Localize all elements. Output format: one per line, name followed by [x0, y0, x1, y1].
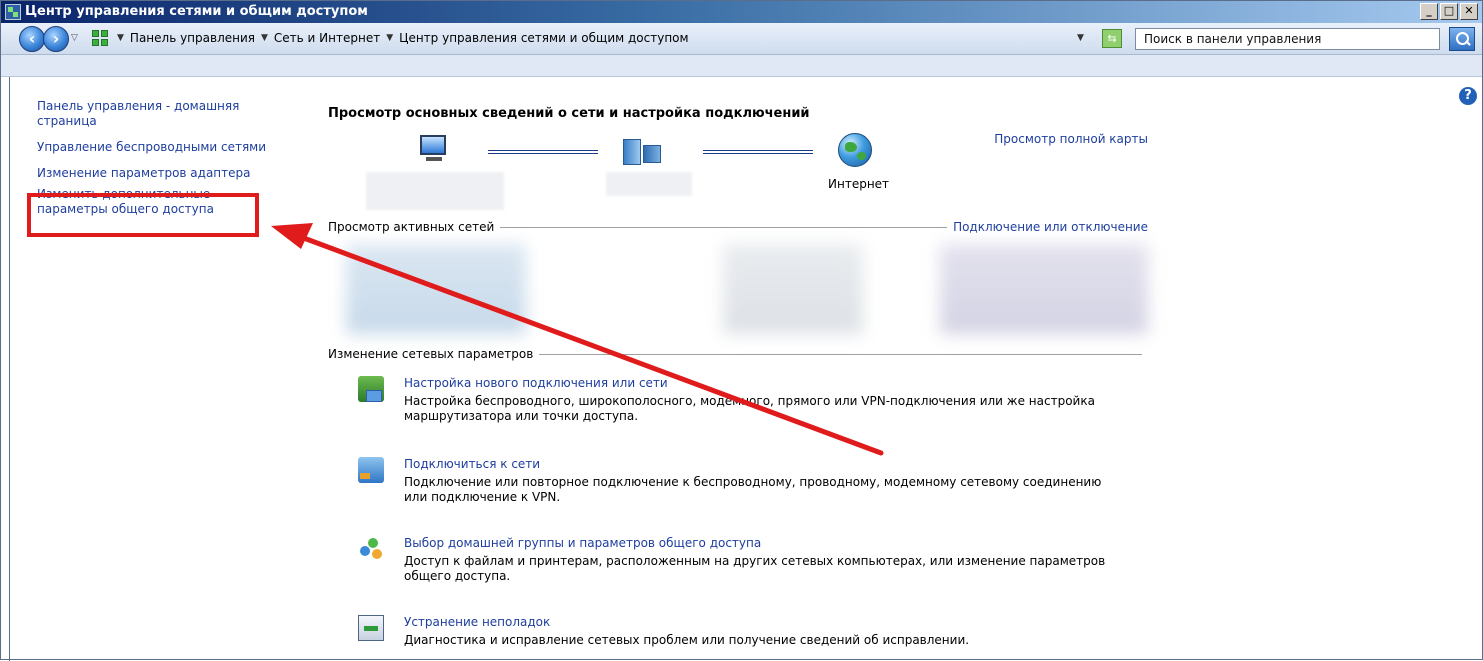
window-controls: _ □ ✕ — [1420, 3, 1478, 20]
task-connect-link[interactable]: Подключиться к сети — [404, 457, 540, 471]
task-new-connection-link[interactable]: Настройка нового подключения или сети — [404, 376, 668, 390]
content-border — [9, 77, 10, 661]
change-settings-label: Изменение сетевых параметров — [328, 347, 534, 361]
divider — [539, 353, 1142, 355]
homegroup-icon — [358, 536, 384, 562]
network-icon — [623, 139, 663, 165]
chevron-down-icon[interactable]: ▼ — [117, 33, 124, 43]
forward-button[interactable]: › — [43, 26, 69, 52]
history-dropdown-icon[interactable]: ▽ — [71, 33, 78, 43]
active-network-redacted — [723, 244, 863, 334]
troubleshoot-icon — [358, 615, 384, 641]
help-icon[interactable]: ? — [1459, 87, 1477, 105]
close-button[interactable]: ✕ — [1460, 3, 1478, 20]
search-input[interactable]: Поиск в панели управления — [1135, 28, 1440, 50]
task-description: Диагностика и исправление сетевых пробле… — [404, 633, 970, 647]
control-panel-icon — [91, 29, 111, 49]
title-bar: Центр управления сетями и общим доступом… — [1, 1, 1482, 23]
back-button[interactable]: ‹ — [19, 26, 45, 52]
address-dropdown-icon[interactable]: ▼ — [1077, 33, 1084, 43]
window-title: Центр управления сетями и общим доступом — [25, 4, 368, 19]
breadcrumb-network-internet[interactable]: Сеть и Интернет — [274, 31, 380, 45]
internet-label: Интернет — [828, 177, 890, 191]
breadcrumb-network-center[interactable]: Центр управления сетями и общим доступом — [399, 31, 688, 45]
connection-line — [703, 150, 813, 154]
page-title: Просмотр основных сведений о сети и наст… — [328, 106, 810, 121]
search-icon[interactable] — [1449, 27, 1475, 51]
task-homegroup-link[interactable]: Выбор домашней группы и параметров общег… — [404, 536, 761, 550]
control-panel-window: Центр управления сетями и общим доступом… — [0, 0, 1483, 661]
computer-name-redacted — [366, 172, 504, 210]
navigation-bar: ‹ › ▽ ▼ Панель управления ▼ Сеть и Интер… — [1, 23, 1482, 77]
connect-network-icon — [358, 457, 384, 483]
task-description: Настройка беспроводного, широкополосного… — [404, 394, 1095, 423]
active-networks-label: Просмотр активных сетей — [328, 220, 495, 234]
refresh-icon[interactable]: ⇆ — [1102, 29, 1122, 48]
active-network-redacted — [940, 244, 1148, 334]
divider — [500, 226, 948, 228]
chevron-down-icon[interactable]: ▼ — [386, 33, 393, 43]
chevron-down-icon[interactable]: ▼ — [261, 33, 268, 43]
breadcrumb: ▼ Панель управления ▼ Сеть и Интернет ▼ … — [117, 31, 689, 45]
change-settings-header: Изменение сетевых параметров — [328, 347, 1148, 361]
internet-globe-icon — [838, 133, 872, 167]
sidebar-item-adapter-settings[interactable]: Изменение параметров адаптера — [37, 166, 277, 181]
network-name-redacted — [606, 172, 692, 196]
sidebar-item-wireless[interactable]: Управление беспроводными сетями — [37, 140, 277, 155]
active-networks-header: Просмотр активных сетей Подключение или … — [328, 220, 1148, 234]
task-description: Подключение или повторное подключение к … — [404, 475, 1102, 504]
computer-icon — [416, 135, 452, 163]
address-row: ‹ › ▽ ▼ Панель управления ▼ Сеть и Интер… — [1, 23, 1482, 55]
connect-disconnect-link[interactable]: Подключение или отключение — [953, 220, 1148, 234]
task-troubleshoot-link[interactable]: Устранение неполадок — [404, 615, 550, 629]
active-network-redacted — [346, 244, 526, 334]
breadcrumb-control-panel[interactable]: Панель управления — [130, 31, 255, 45]
connection-line — [488, 150, 598, 154]
task-description: Доступ к файлам и принтерам, расположенн… — [404, 554, 1106, 583]
network-setup-icon — [358, 376, 384, 402]
full-map-link[interactable]: Просмотр полной карты — [994, 132, 1148, 146]
maximize-button[interactable]: □ — [1440, 3, 1458, 20]
sidebar-item-home[interactable]: Панель управления - домашняя страница — [37, 99, 277, 129]
network-center-icon — [5, 4, 21, 20]
highlight-frame — [27, 193, 259, 237]
minimize-button[interactable]: _ — [1420, 3, 1438, 20]
